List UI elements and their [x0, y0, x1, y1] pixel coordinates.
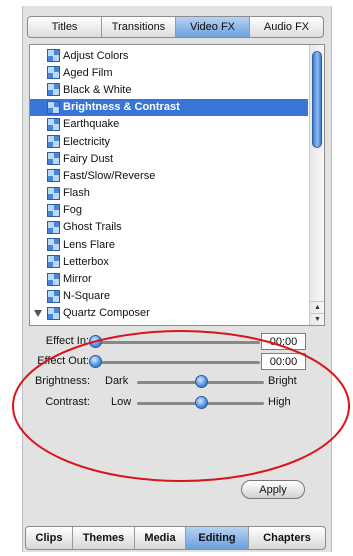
list-item[interactable]: Flash — [30, 185, 308, 202]
list-item[interactable]: Fairy Dust — [30, 150, 308, 167]
list-item-label: Brightness & Contrast — [63, 101, 180, 114]
scroll-up-arrow-icon[interactable]: ▲ — [310, 301, 324, 313]
list-item-label: Adjust Colors — [63, 49, 129, 62]
effect-category-tabs: Titles Transitions Video FX Audio FX — [27, 16, 324, 38]
list-item[interactable]: Letterbox — [30, 253, 308, 270]
effect-list: Adjust Colors Aged Film Black & White Br… — [29, 44, 325, 326]
list-item[interactable]: Electricity — [30, 133, 308, 150]
list-item[interactable]: Black & White — [30, 81, 308, 98]
effect-icon — [47, 117, 60, 131]
list-item-selected[interactable]: Brightness & Contrast — [30, 98, 308, 116]
list-item[interactable]: Ghost Trails — [30, 219, 308, 236]
list-item[interactable]: Earthquake — [30, 116, 308, 133]
list-item-label: Lens Flare — [63, 238, 115, 251]
contrast-row: Contrast: Low High — [23, 394, 333, 412]
list-item-label: Fog — [63, 204, 82, 217]
list-item-label: Aged Film — [63, 66, 113, 79]
tab-clips[interactable]: Clips — [26, 527, 73, 549]
list-item[interactable]: Fast/Slow/Reverse — [30, 167, 308, 184]
list-item[interactable]: Mirror — [30, 270, 308, 287]
brightness-max-label: Bright — [268, 375, 297, 387]
effect-icon — [47, 66, 60, 80]
brightness-label: Brightness: — [34, 375, 90, 387]
effect-icon — [47, 83, 60, 97]
effect-icon — [47, 152, 60, 166]
list-item[interactable]: Adjust Colors — [30, 47, 308, 64]
list-item-label: Black & White — [63, 83, 132, 96]
contrast-knob[interactable] — [194, 396, 208, 409]
effect-out-slider[interactable] — [96, 361, 260, 364]
effect-out-row: Effect Out: 00:00 — [23, 353, 333, 371]
tab-chapters[interactable]: Chapters — [249, 527, 325, 549]
effect-in-slider[interactable] — [96, 341, 260, 344]
contrast-max-label: High — [268, 396, 291, 408]
list-item-label: Mirror — [63, 273, 92, 286]
effect-icon — [47, 306, 60, 320]
effect-icon — [47, 169, 60, 183]
list-item[interactable]: Fog — [30, 202, 308, 219]
list-item[interactable]: Quartz Composer — [30, 305, 308, 322]
effect-in-row: Effect In: 00:00 — [23, 333, 333, 351]
effect-icon — [47, 49, 60, 63]
effect-in-label: Effect In: — [45, 335, 89, 347]
contrast-min-label: Low — [111, 396, 132, 408]
tab-video-fx[interactable]: Video FX — [176, 17, 250, 37]
effect-icon — [47, 238, 60, 252]
contrast-label: Contrast: — [45, 396, 90, 408]
effect-icon — [47, 255, 60, 269]
effect-out-time-field[interactable]: 00:00 — [261, 353, 306, 370]
brightness-row: Brightness: Dark Bright — [23, 373, 333, 391]
list-item-label: Flash — [63, 187, 90, 200]
effect-icon — [47, 100, 60, 114]
tab-audio-fx[interactable]: Audio FX — [250, 17, 323, 37]
effect-icon — [47, 272, 60, 286]
effect-out-label: Effect Out: — [37, 355, 89, 367]
list-item[interactable]: Lens Flare — [30, 236, 308, 253]
list-item-label: Earthquake — [63, 118, 120, 131]
list-item-label: Electricity — [63, 135, 111, 148]
tab-themes[interactable]: Themes — [73, 527, 135, 549]
list-item[interactable]: Aged Film — [30, 64, 308, 81]
effect-icon — [47, 135, 60, 149]
scroll-down-arrow-icon[interactable]: ▼ — [310, 313, 324, 325]
main-mode-tabs: Clips Themes Media Editing Chapters — [25, 526, 326, 550]
effect-in-time-field[interactable]: 00:00 — [261, 333, 306, 350]
brightness-knob[interactable] — [194, 375, 208, 388]
list-item-label: Letterbox — [63, 255, 109, 268]
effect-icon — [47, 186, 60, 200]
list-item-label: Ghost Trails — [63, 221, 122, 234]
list-scrollbar[interactable]: ▲ ▼ — [309, 45, 324, 325]
list-item-label: Fast/Slow/Reverse — [63, 169, 156, 182]
effect-icon — [47, 220, 60, 234]
effect-rows: Adjust Colors Aged Film Black & White Br… — [30, 47, 308, 322]
tab-editing[interactable]: Editing — [186, 527, 249, 549]
apply-button[interactable]: Apply — [241, 480, 305, 499]
disclosure-triangle-icon[interactable] — [34, 309, 42, 317]
tab-transitions[interactable]: Transitions — [102, 17, 176, 37]
scrollbar-thumb[interactable] — [312, 51, 322, 148]
list-item-label: Fairy Dust — [63, 152, 114, 165]
effect-icon — [47, 203, 60, 217]
list-item-label: N-Square — [63, 290, 111, 303]
tab-media[interactable]: Media — [135, 527, 186, 549]
effect-in-knob[interactable] — [89, 335, 102, 348]
list-item-label: Quartz Composer — [63, 307, 150, 320]
editing-panel: Titles Transitions Video FX Audio FX Adj… — [22, 6, 332, 552]
brightness-min-label: Dark — [105, 375, 129, 387]
list-item[interactable]: N-Square — [30, 288, 308, 305]
effect-out-knob[interactable] — [89, 355, 102, 368]
tab-titles[interactable]: Titles — [28, 17, 102, 37]
effect-icon — [47, 289, 60, 303]
